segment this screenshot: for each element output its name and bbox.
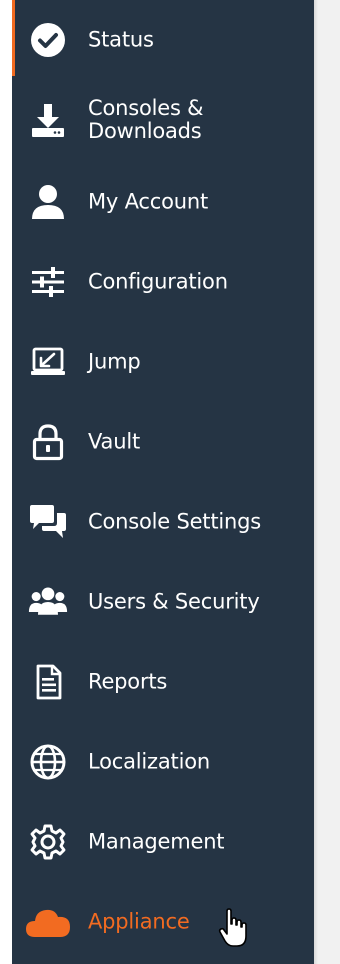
lock-icon [28, 422, 68, 462]
cloud-icon [24, 902, 72, 942]
sidebar-item-my-account[interactable]: My Account [12, 162, 314, 242]
globe-icon [28, 742, 68, 782]
left-gutter [0, 0, 12, 964]
user-icon [28, 182, 68, 222]
check-circle-icon [28, 20, 68, 60]
sidebar-item-label: Localization [88, 749, 210, 774]
sidebar-item-jump[interactable]: Jump [12, 322, 314, 402]
sidebar-item-localization[interactable]: Localization [12, 722, 314, 802]
users-icon [28, 582, 68, 622]
sidebar-item-label: Management [88, 829, 225, 854]
sidebar-nav: Status Consoles & Downloads My Account C… [12, 0, 314, 964]
sidebar-item-label: Jump [88, 349, 141, 374]
sidebar-item-label: Users & Security [88, 589, 260, 614]
sidebar-item-label: Status [88, 27, 154, 52]
sidebar-item-label: Vault [88, 429, 140, 454]
sidebar-item-label: Configuration [88, 269, 228, 294]
sidebar-item-appliance[interactable]: Appliance [12, 882, 314, 962]
gear-icon [28, 822, 68, 862]
hand-pointer-cursor-icon [218, 908, 248, 948]
sidebar-item-reports[interactable]: Reports [12, 642, 314, 722]
sidebar-item-status[interactable]: Status [12, 0, 314, 80]
sidebar-item-label: My Account [88, 189, 209, 214]
chat-bubbles-icon [28, 502, 68, 542]
sidebar-item-consoles-downloads[interactable]: Consoles & Downloads [12, 80, 314, 160]
report-document-icon [28, 662, 68, 702]
sidebar-item-label: Console Settings [88, 509, 261, 534]
sliders-icon [28, 262, 68, 302]
jump-icon [28, 342, 68, 382]
sidebar-item-console-settings[interactable]: Console Settings [12, 482, 314, 562]
page: Status Consoles & Downloads My Account C… [0, 0, 340, 964]
sidebar-item-users-security[interactable]: Users & Security [12, 562, 314, 642]
download-icon [28, 100, 68, 140]
sidebar-item-vault[interactable]: Vault [12, 402, 314, 482]
sidebar-item-management[interactable]: Management [12, 802, 314, 882]
sidebar-item-label: Appliance [88, 909, 190, 934]
sidebar-item-label: Consoles & Downloads [88, 96, 204, 143]
active-indicator [12, 0, 15, 76]
sidebar-item-label: Reports [88, 669, 168, 694]
sidebar-item-configuration[interactable]: Configuration [12, 242, 314, 322]
content-area-shadow [314, 0, 318, 964]
